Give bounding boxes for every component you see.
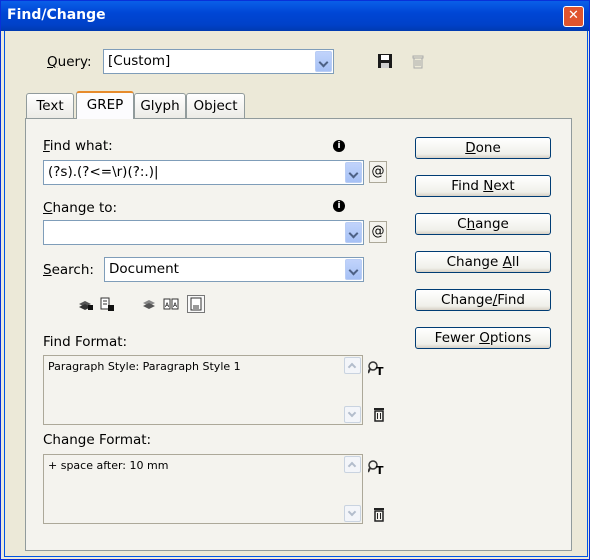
scroll-down-button[interactable] [344,505,361,522]
scroll-up-button[interactable] [344,456,361,473]
delete-query-icon[interactable] [410,53,426,69]
change-find-button[interactable]: Change/Find [415,289,551,311]
search-label: Search: [43,262,94,278]
change-format-label: Change Format: [43,432,152,448]
svg-text:T: T [376,464,384,475]
include-locked-layers-icon[interactable] [78,296,94,312]
special-characters-find-button[interactable]: @ [369,161,387,183]
change-format-value: + space after: 10 mm [48,459,169,472]
include-locked-stories-icon[interactable] [99,296,115,312]
tab-glyph[interactable]: Glyph [134,93,186,118]
clear-find-format-icon[interactable] [371,406,387,422]
title-bar: Find/Change ✕ [1,1,589,31]
find-format-value: Paragraph Style: Paragraph Style 1 [48,360,241,373]
query-label: Query: [47,54,92,70]
tab-grep[interactable]: GREP [76,91,134,119]
query-select[interactable]: [Custom] [103,49,334,74]
scroll-up-button[interactable] [344,357,361,374]
search-select[interactable]: Document [104,257,364,282]
scroll-down-button[interactable] [344,406,361,423]
specify-find-format-icon[interactable]: T [368,360,384,376]
save-query-icon[interactable] [377,53,393,69]
find-next-button[interactable]: Find Next [415,175,551,197]
include-hidden-layers-icon[interactable] [141,296,157,312]
change-to-label: Change to: [43,200,118,216]
window-title: Find/Change [7,7,106,23]
tab-text[interactable]: Text [26,93,74,118]
info-icon: i [333,200,345,212]
change-format-scrollbar[interactable] [344,456,361,522]
include-master-pages-icon[interactable]: AA [163,296,179,312]
specify-change-format-icon[interactable]: T [368,459,384,475]
chevron-down-icon[interactable] [315,51,332,72]
change-to-input[interactable] [43,220,364,245]
find-format-label: Find Format: [43,334,128,350]
fewer-options-button[interactable]: Fewer Options [415,327,551,349]
chevron-down-icon[interactable] [345,259,362,280]
clear-change-format-icon[interactable] [371,506,387,522]
chevron-down-icon[interactable] [345,222,362,243]
find-what-label: Find what: [43,138,113,154]
special-characters-change-button[interactable]: @ [369,221,387,243]
change-all-button[interactable]: Change All [415,251,551,273]
done-button[interactable]: Done [415,137,551,159]
chevron-down-icon[interactable] [345,162,362,183]
search-value: Document [109,261,179,277]
at-icon: @ [371,224,385,239]
info-icon: i [333,140,345,152]
change-format-box[interactable]: + space after: 10 mm [43,454,363,524]
find-change-dialog: Find/Change ✕ Query: [Custom] Text GREP … [0,0,590,560]
svg-text:T: T [376,365,384,376]
find-format-box[interactable]: Paragraph Style: Paragraph Style 1 [43,355,363,425]
include-footnotes-icon[interactable] [187,295,205,313]
tab-object[interactable]: Object [186,93,245,118]
query-value: [Custom] [108,53,171,69]
find-format-scrollbar[interactable] [344,357,361,423]
find-what-value: (?s).(?<=\r)(?:.)| [48,164,159,180]
at-icon: @ [371,164,385,179]
change-button[interactable]: Change [415,213,551,235]
find-what-input[interactable]: (?s).(?<=\r)(?:.)| [43,160,364,185]
close-button[interactable]: ✕ [563,6,584,27]
